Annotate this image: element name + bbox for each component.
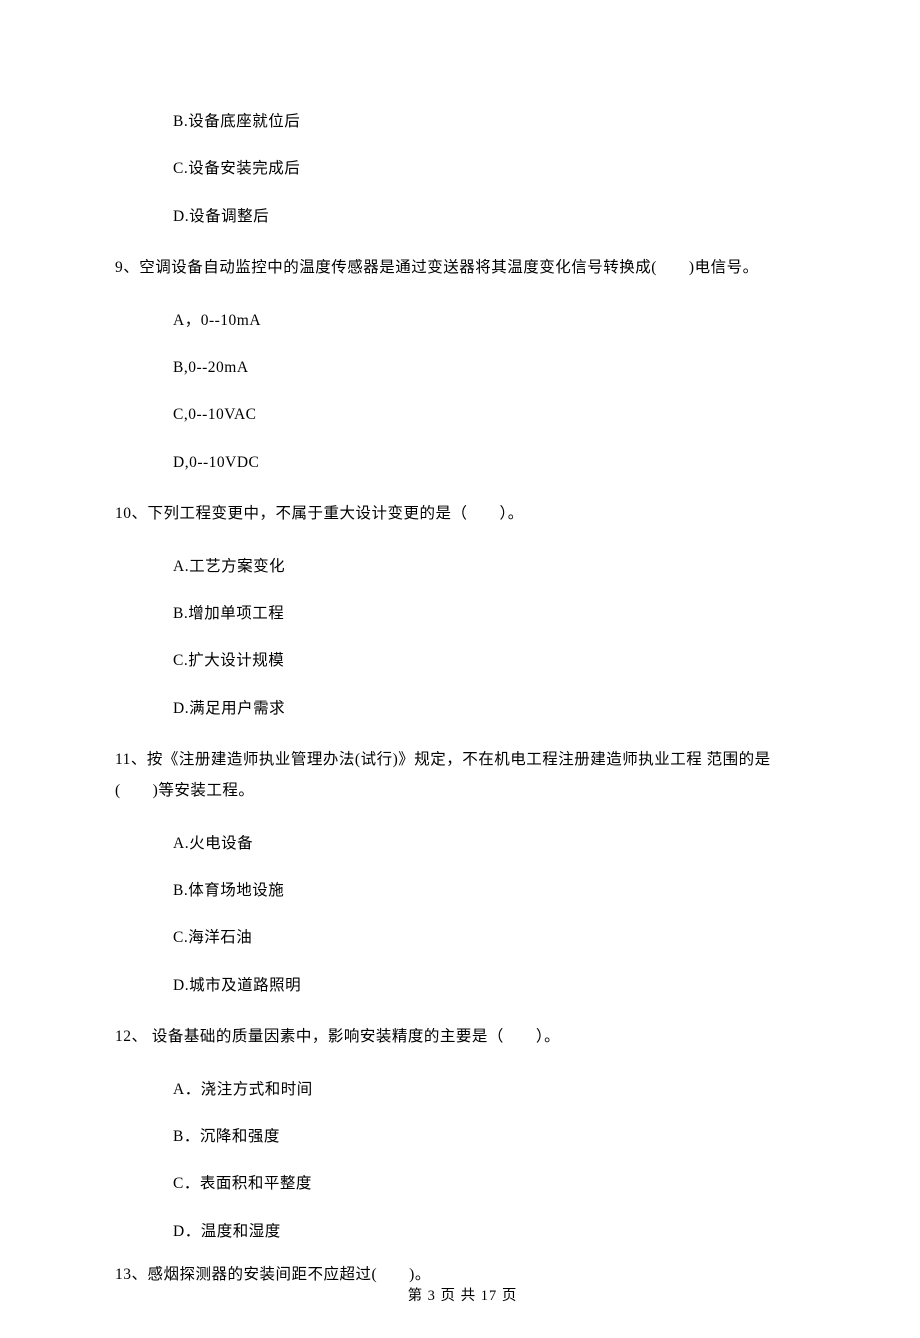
q11-option-d: D.城市及道路照明 (115, 974, 810, 997)
q9-option-c: C,0--10VAC (115, 403, 810, 426)
page-content: B.设备底座就位后 C.设备安装完成后 D.设备调整后 9、空调设备自动监控中的… (0, 0, 920, 1338)
q10-stem: 10、下列工程变更中，不属于重大设计变更的是（ ）。 (115, 498, 810, 529)
q9-option-a: A，0--10mA (115, 309, 810, 332)
q9-option-b: B,0--20mA (115, 356, 810, 379)
q8-option-b: B.设备底座就位后 (115, 110, 810, 133)
q12-option-b: B．沉降和强度 (115, 1125, 810, 1148)
q11-option-c: C.海洋石油 (115, 926, 810, 949)
q11-option-b: B.体育场地设施 (115, 879, 810, 902)
q11-stem: 11、按《注册建造师执业管理办法(试行)》规定，不在机电工程注册建造师执业工程 … (115, 744, 810, 806)
q12-option-c: C．表面积和平整度 (115, 1172, 810, 1195)
q9-option-d: D,0--10VDC (115, 451, 810, 474)
q12-stem: 12、 设备基础的质量因素中，影响安装精度的主要是（ ）。 (115, 1021, 810, 1052)
q12-option-d: D．温度和湿度 (115, 1220, 810, 1243)
q10-option-a: A.工艺方案变化 (115, 555, 810, 578)
q11-option-a: A.火电设备 (115, 832, 810, 855)
q9-stem: 9、空调设备自动监控中的温度传感器是通过变送器将其温度变化信号转换成( )电信号… (115, 252, 810, 283)
q8-option-d: D.设备调整后 (115, 205, 810, 228)
q12-option-a: A．浇注方式和时间 (115, 1078, 810, 1101)
q8-option-c: C.设备安装完成后 (115, 157, 810, 180)
q10-option-b: B.增加单项工程 (115, 602, 810, 625)
q10-option-c: C.扩大设计规模 (115, 649, 810, 672)
q10-option-d: D.满足用户需求 (115, 697, 810, 720)
